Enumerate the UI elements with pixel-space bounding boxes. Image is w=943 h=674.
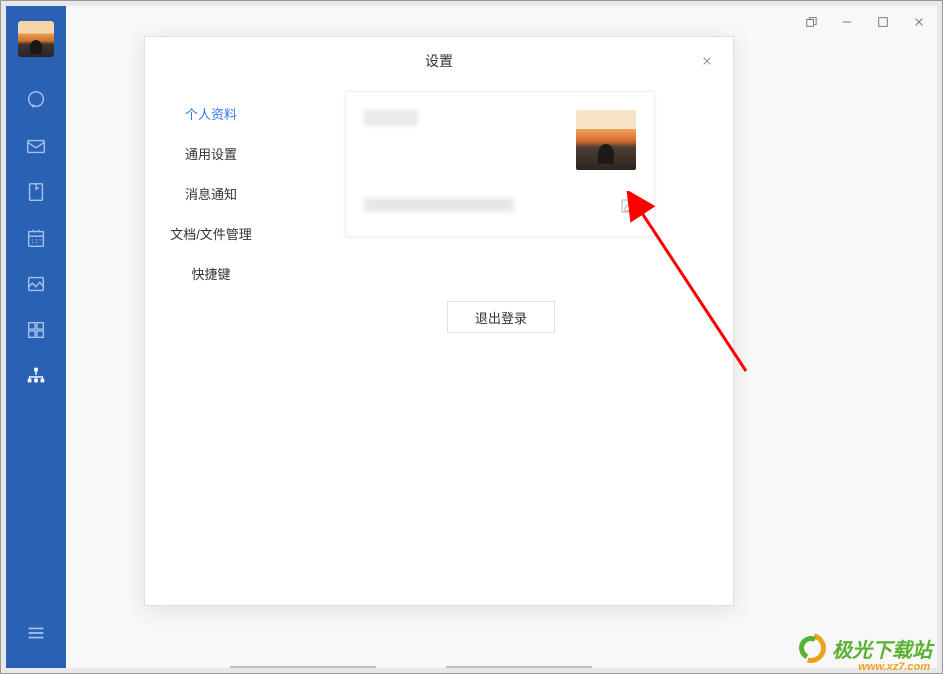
profile-picture[interactable]	[576, 110, 636, 170]
sidebar	[6, 6, 66, 668]
profile-name-redacted	[364, 110, 418, 126]
watermark-url: www.xz7.com	[858, 661, 930, 673]
profile-name-row	[364, 110, 636, 170]
main-area: 设置 个人资料 通用设置 消息通知 文档/文件管理 快捷键	[66, 6, 937, 668]
tab-list: 个人资料 通用设置 消息通知 文档/文件管理 快捷键	[145, 85, 277, 605]
app-window: 设置 个人资料 通用设置 消息通知 文档/文件管理 快捷键	[6, 6, 937, 668]
profile-card	[345, 91, 655, 237]
settings-dialog: 设置 个人资料 通用设置 消息通知 文档/文件管理 快捷键	[144, 36, 734, 606]
thumb	[446, 666, 592, 668]
profile-desc-row	[364, 198, 636, 214]
profile-desc-redacted	[364, 198, 514, 212]
menu-icon[interactable]	[16, 610, 56, 656]
dialog-title: 设置	[425, 51, 453, 71]
docs-icon[interactable]	[16, 169, 56, 215]
org-icon[interactable]	[16, 353, 56, 399]
tab-notifications[interactable]: 消息通知	[145, 173, 277, 213]
calendar-icon[interactable]	[16, 215, 56, 261]
avatar[interactable]	[18, 21, 54, 57]
tab-profile[interactable]: 个人资料	[145, 93, 277, 133]
tab-files[interactable]: 文档/文件管理	[145, 213, 277, 253]
thumb	[230, 666, 376, 668]
tab-shortcuts[interactable]: 快捷键	[145, 253, 277, 293]
mail-icon[interactable]	[16, 123, 56, 169]
logout-button[interactable]: 退出登录	[447, 301, 555, 333]
tab-general[interactable]: 通用设置	[145, 133, 277, 173]
chat-icon[interactable]	[16, 77, 56, 123]
tab-content: 退出登录	[277, 85, 733, 605]
edit-icon[interactable]	[620, 198, 636, 214]
close-icon[interactable]	[693, 47, 721, 75]
dialog-body: 个人资料 通用设置 消息通知 文档/文件管理 快捷键	[145, 85, 733, 605]
gallery-icon[interactable]	[16, 261, 56, 307]
dialog-header: 设置	[145, 37, 733, 85]
apps-icon[interactable]	[16, 307, 56, 353]
